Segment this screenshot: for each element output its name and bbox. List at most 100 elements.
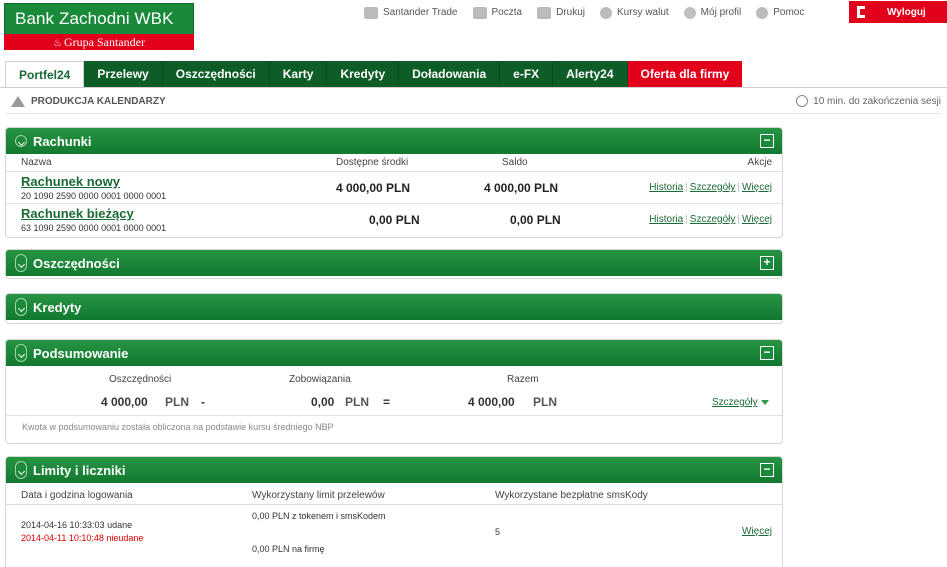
details-link[interactable]: Szczegóły — [690, 182, 736, 193]
more-link[interactable]: Więcej — [742, 214, 772, 225]
summary-note: Kwota w podsumowaniu została obliczona n… — [22, 422, 334, 432]
chevron-down-icon[interactable] — [761, 400, 769, 405]
tab-oferta-dla-firmy[interactable]: Oferta dla firmy — [627, 61, 743, 88]
credits-panel-header[interactable]: Kredyty — [6, 294, 782, 320]
tab-karty[interactable]: Karty — [269, 61, 328, 88]
tab-oszczednosci[interactable]: Oszczędności — [162, 61, 270, 88]
summary-panel-header[interactable]: Podsumowanie − — [6, 340, 782, 366]
summary-savings-amount: 4 000,00 — [101, 395, 148, 409]
chevron-updown-icon[interactable] — [15, 254, 27, 272]
handshake-icon — [364, 6, 378, 19]
summary-total-label: Razem — [507, 374, 539, 385]
sms-code-count: 5 — [495, 527, 501, 537]
summary-savings-label: Oszczędności — [109, 374, 172, 385]
bank-logo[interactable]: Bank Zachodni WBK ♨ Grupa Santander — [4, 3, 194, 50]
summary-total-currency: PLN — [533, 395, 557, 409]
more-link[interactable]: Więcej — [742, 182, 772, 193]
available-funds: 4 000,00 PLN — [336, 181, 411, 195]
account-number: 63 1090 2590 0000 0001 0000 0001 — [21, 223, 167, 233]
col-available: Dostępne środki — [336, 157, 409, 168]
printer-icon — [537, 6, 552, 19]
topnav-print[interactable]: Drukuj — [537, 6, 585, 19]
expand-toggle[interactable]: + — [760, 256, 774, 270]
equals-sign: = — [383, 395, 391, 409]
collapse-toggle[interactable]: − — [760, 346, 774, 360]
company-icon — [11, 95, 25, 107]
flame-icon: ♨ — [53, 38, 62, 49]
summary-savings-currency: PLN — [165, 395, 189, 409]
help-icon — [756, 6, 769, 19]
currency-icon — [599, 6, 612, 19]
tab-kredyty[interactable]: Kredyty — [327, 61, 400, 88]
summary-title: Podsumowanie — [33, 345, 129, 361]
account-balance: 4 000,00 PLN — [484, 181, 559, 195]
savings-panel: Oszczędności + — [5, 249, 783, 279]
accounts-title: Rachunki — [33, 133, 92, 149]
topnav-santander-trade[interactable]: Santander Trade — [364, 6, 458, 19]
topnav-help[interactable]: Pomoc — [756, 6, 804, 19]
tab-doladowania[interactable]: Doładowania — [399, 61, 501, 88]
details-link[interactable]: Szczegóły — [690, 214, 736, 225]
logo-group-name: ♨ Grupa Santander — [4, 34, 194, 50]
limit-company-value: 0,00 PLN na firmę — [252, 544, 325, 554]
history-link[interactable]: Historia — [649, 182, 683, 193]
account-row: Rachunek bieżący 63 1090 2590 0000 0001 … — [6, 204, 782, 236]
collapse-toggle[interactable]: − — [760, 463, 774, 477]
summary-panel: Podsumowanie − Oszczędności Zobowiązania… — [5, 339, 783, 444]
tab-divider — [0, 87, 947, 88]
limits-panel: Limity i liczniki − Data i godzina logow… — [5, 456, 783, 567]
summary-values: 4 000,00 PLN - 0,00 PLN = 4 000,00 PLN S… — [6, 388, 782, 416]
topnav-exchange-rates[interactable]: Kursy walut — [599, 6, 669, 19]
summary-liabilities-label: Zobowiązania — [289, 374, 351, 385]
col-name: Nazwa — [21, 157, 52, 168]
col-balance: Saldo — [502, 157, 528, 168]
chevron-updown-icon[interactable] — [15, 298, 27, 316]
company-name: PRODUKCJA KALENDARZY — [31, 95, 166, 107]
logout-button[interactable]: Wyloguj — [849, 1, 947, 23]
credits-panel: Kredyty — [5, 293, 783, 324]
limit-token-value: 0,00 PLN z tokenem i smsKodem — [252, 511, 386, 521]
session-timer: 10 min. do zakończenia sesji — [796, 95, 941, 107]
top-utility-nav: Santander Trade Poczta Drukuj Kursy walu… — [364, 5, 819, 20]
minus-sign: - — [201, 395, 205, 409]
savings-panel-header[interactable]: Oszczędności + — [6, 250, 782, 276]
chevron-updown-icon[interactable] — [15, 344, 27, 362]
limits-row: 2014-04-16 10:33:03 udane 2014-04-11 10:… — [6, 505, 782, 567]
limits-column-headers: Data i godzina logowania Wykorzystany li… — [6, 483, 782, 505]
tab-przelewy[interactable]: Przelewy — [84, 61, 163, 88]
accounts-panel-header[interactable]: Rachunki − — [6, 128, 782, 154]
topnav-mail[interactable]: Poczta — [472, 6, 522, 19]
col-transfer-limit: Wykorzystany limit przelewów — [252, 490, 385, 501]
chevron-updown-icon[interactable] — [15, 461, 27, 479]
tab-alerty24[interactable]: Alerty24 — [553, 61, 628, 88]
accounts-panel: Rachunki − Nazwa Dostępne środki Saldo A… — [5, 127, 783, 238]
collapse-toggle[interactable]: − — [760, 134, 774, 148]
context-divider — [5, 113, 942, 114]
account-name-link[interactable]: Rachunek bieżący — [21, 206, 134, 221]
summary-details-link[interactable]: Szczegóły — [712, 397, 758, 408]
savings-title: Oszczędności — [33, 255, 120, 271]
account-name-link[interactable]: Rachunek nowy — [21, 174, 120, 189]
chevron-down-icon[interactable] — [15, 135, 27, 147]
context-bar: PRODUKCJA KALENDARZY 10 min. do zakończe… — [11, 90, 941, 112]
account-actions: Historia | Szczegóły | Więcej — [649, 214, 772, 225]
account-actions: Historia | Szczegóły | Więcej — [649, 182, 772, 193]
summary-labels: Oszczędności Zobowiązania Razem — [6, 366, 782, 388]
last-login-success: 2014-04-16 10:33:03 udane — [21, 520, 133, 530]
accounts-column-headers: Nazwa Dostępne środki Saldo Akcje — [6, 154, 782, 172]
gear-icon — [683, 6, 696, 19]
account-row: Rachunek nowy 20 1090 2590 0000 0001 000… — [6, 172, 782, 204]
tab-efx[interactable]: e-FX — [500, 61, 554, 88]
clock-icon — [796, 95, 809, 107]
history-link[interactable]: Historia — [649, 214, 683, 225]
account-number: 20 1090 2590 0000 0001 0000 0001 — [21, 191, 167, 201]
company-selector[interactable]: PRODUKCJA KALENDARZY — [11, 95, 166, 107]
topnav-profile[interactable]: Mój profil — [683, 6, 741, 19]
col-login: Data i godzina logowania — [21, 490, 133, 501]
summary-liabilities-amount: 0,00 — [311, 395, 335, 409]
limits-panel-header[interactable]: Limity i liczniki − — [6, 457, 782, 483]
tab-portfel24[interactable]: Portfel24 — [5, 61, 85, 88]
col-actions: Akcje — [747, 157, 772, 168]
limits-more-link[interactable]: Więcej — [742, 526, 772, 537]
mail-icon — [472, 6, 487, 19]
